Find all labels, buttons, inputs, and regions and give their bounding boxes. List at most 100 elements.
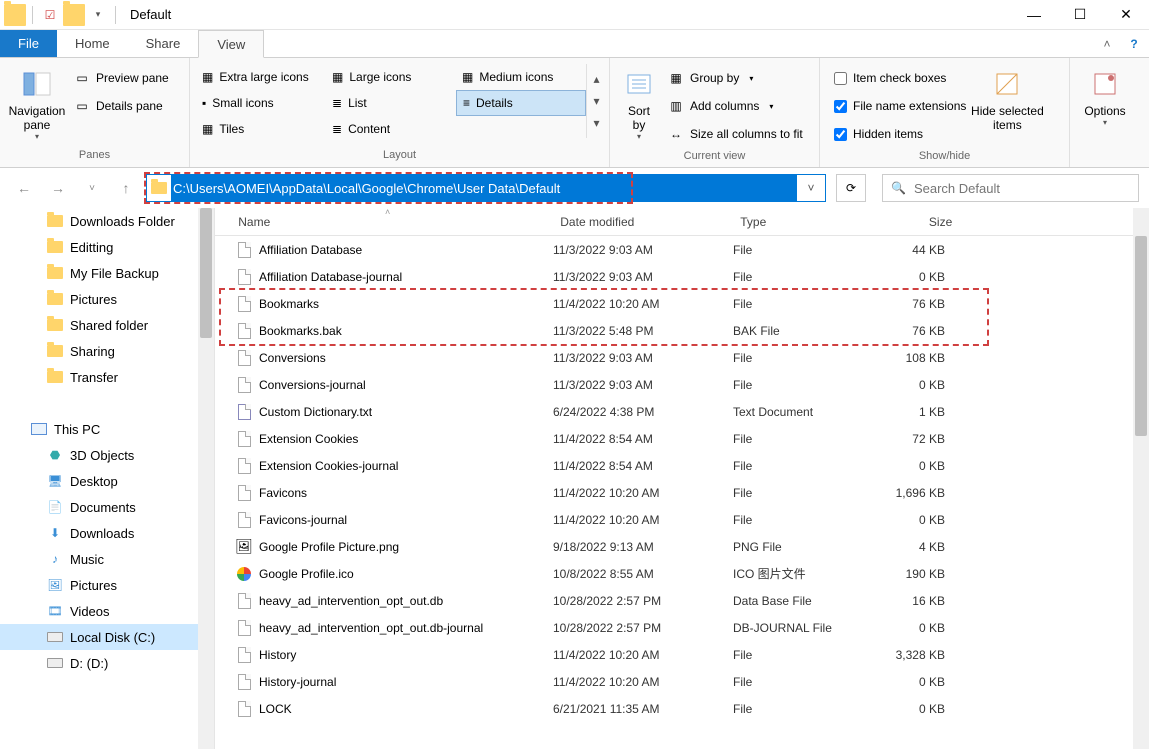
tree-item[interactable]: 🖼Pictures: [0, 572, 214, 598]
table-row[interactable]: Bookmarks.bak11/3/2022 5:48 PMBAK File76…: [215, 317, 1149, 344]
minimize-button[interactable]: —: [1011, 0, 1057, 30]
table-row[interactable]: Conversions11/3/2022 9:03 AMFile108 KB: [215, 344, 1149, 371]
tree-item[interactable]: Shared folder: [0, 312, 214, 338]
layout-list[interactable]: ≣List: [326, 90, 456, 116]
tree-item-label: Pictures: [70, 292, 117, 307]
tab-home[interactable]: Home: [57, 30, 128, 57]
address-input[interactable]: [171, 175, 797, 201]
table-row[interactable]: heavy_ad_intervention_opt_out.db-journal…: [215, 614, 1149, 641]
recent-locations-button[interactable]: ˅: [78, 174, 106, 202]
table-row[interactable]: Favicons-journal11/4/2022 10:20 AMFile0 …: [215, 506, 1149, 533]
sort-by-button[interactable]: Sort by ▾: [616, 62, 662, 141]
forward-button[interactable]: →: [44, 174, 72, 202]
qat-dropdown-icon[interactable]: ▾: [87, 4, 109, 26]
tree-item[interactable]: ⬣3D Objects: [0, 442, 214, 468]
tree-item[interactable]: Editting: [0, 234, 214, 260]
file-date: 11/4/2022 10:20 AM: [553, 486, 733, 500]
file-scrollbar[interactable]: [1133, 208, 1149, 749]
table-row[interactable]: Favicons11/4/2022 10:20 AMFile1,696 KB: [215, 479, 1149, 506]
options-button[interactable]: Options ▾: [1076, 62, 1134, 127]
tree-item[interactable]: D: (D:): [0, 650, 214, 676]
vid-icon: 🎞: [46, 604, 64, 618]
table-row[interactable]: Conversions-journal11/3/2022 9:03 AMFile…: [215, 371, 1149, 398]
layout-medium-icons[interactable]: ▦Medium icons: [456, 64, 586, 90]
tree-item[interactable]: This PC: [0, 416, 214, 442]
layout-more-icon[interactable]: ▾: [587, 112, 606, 134]
tree-item[interactable]: [0, 390, 214, 416]
tree-item[interactable]: 🎞Videos: [0, 598, 214, 624]
hidden-items-checkbox[interactable]: Hidden items: [830, 122, 970, 146]
tree-item-label: Downloads Folder: [70, 214, 175, 229]
options-icon: [1076, 64, 1134, 104]
search-box[interactable]: 🔍: [882, 174, 1139, 202]
tree-item[interactable]: Pictures: [0, 286, 214, 312]
table-row[interactable]: Affiliation Database11/3/2022 9:03 AMFil…: [215, 236, 1149, 263]
size-columns-button[interactable]: ↔Size all columns to fit: [662, 122, 809, 146]
tree-item[interactable]: ♪Music: [0, 546, 214, 572]
close-button[interactable]: ✕: [1103, 0, 1149, 30]
tree-item[interactable]: Downloads Folder: [0, 208, 214, 234]
tab-view[interactable]: View: [198, 30, 264, 58]
qat-checkbox-icon[interactable]: ☑: [39, 4, 61, 26]
table-row[interactable]: LOCK6/21/2021 11:35 AMFile0 KB: [215, 695, 1149, 722]
item-check-boxes-checkbox[interactable]: Item check boxes: [830, 66, 970, 90]
file-icon: [233, 701, 255, 717]
tab-share[interactable]: Share: [128, 30, 199, 57]
tree-item[interactable]: Transfer: [0, 364, 214, 390]
file-icon: [233, 296, 255, 312]
layout-extra-large-icons[interactable]: ▦Extra large icons: [196, 64, 326, 90]
layout-large-icons[interactable]: ▦Large icons: [326, 64, 456, 90]
column-name[interactable]: Name: [230, 215, 560, 229]
details-pane-button[interactable]: ▭Details pane: [68, 94, 175, 118]
hide-selected-items-button[interactable]: Hide selected items: [970, 62, 1044, 132]
sort-indicator-icon: ˄: [385, 207, 390, 217]
layout-content[interactable]: ≣Content: [326, 116, 456, 142]
tree-item[interactable]: Sharing: [0, 338, 214, 364]
help-icon[interactable]: ?: [1119, 30, 1149, 57]
table-row[interactable]: Extension Cookies11/4/2022 8:54 AMFile72…: [215, 425, 1149, 452]
column-type[interactable]: Type: [740, 215, 890, 229]
table-row[interactable]: History11/4/2022 10:20 AMFile3,328 KB: [215, 641, 1149, 668]
layout-scroll-up-icon[interactable]: ▴: [587, 68, 606, 90]
column-size[interactable]: Size: [890, 215, 970, 229]
column-headers[interactable]: ˄ Name Date modified Type Size: [215, 208, 1149, 236]
back-button[interactable]: ←: [10, 174, 38, 202]
navigation-pane-button[interactable]: Navigation pane ▾: [6, 62, 68, 141]
file-name-extensions-checkbox[interactable]: File name extensions: [830, 94, 970, 118]
add-columns-button[interactable]: ▥Add columns▾: [662, 94, 809, 118]
tree-item[interactable]: My File Backup: [0, 260, 214, 286]
up-button[interactable]: ↑: [112, 174, 140, 202]
file-date: 10/8/2022 8:55 AM: [553, 567, 733, 581]
layout-small-icons[interactable]: ▪Small icons: [196, 90, 326, 116]
file-date: 11/3/2022 9:03 AM: [553, 243, 733, 257]
tree-item[interactable]: 📄Documents: [0, 494, 214, 520]
table-row[interactable]: Custom Dictionary.txt6/24/2022 4:38 PMTe…: [215, 398, 1149, 425]
layout-scroll-down-icon[interactable]: ▾: [587, 90, 606, 112]
address-bar[interactable]: ˅: [146, 174, 826, 202]
folder-icon: [46, 293, 64, 305]
tree-scrollbar[interactable]: [198, 208, 214, 749]
table-row[interactable]: heavy_ad_intervention_opt_out.db10/28/20…: [215, 587, 1149, 614]
tree-item[interactable]: 🖥Desktop: [0, 468, 214, 494]
layout-tiles[interactable]: ▦Tiles: [196, 116, 326, 142]
folder-icon: [46, 345, 64, 357]
table-row[interactable]: History-journal11/4/2022 10:20 AMFile0 K…: [215, 668, 1149, 695]
column-date[interactable]: Date modified: [560, 215, 740, 229]
ribbon-collapse-icon[interactable]: ˄: [1095, 30, 1119, 57]
table-row[interactable]: Google Profile.ico10/8/2022 8:55 AMICO 图…: [215, 560, 1149, 587]
layout-details[interactable]: ≡Details: [456, 90, 586, 116]
table-row[interactable]: 🖼Google Profile Picture.png9/18/2022 9:1…: [215, 533, 1149, 560]
table-row[interactable]: Bookmarks11/4/2022 10:20 AMFile76 KB: [215, 290, 1149, 317]
maximize-button[interactable]: ☐: [1057, 0, 1103, 30]
table-row[interactable]: Extension Cookies-journal11/4/2022 8:54 …: [215, 452, 1149, 479]
tree-item[interactable]: Local Disk (C:): [0, 624, 214, 650]
address-dropdown-icon[interactable]: ˅: [797, 181, 825, 195]
tree-item[interactable]: ⬇Downloads: [0, 520, 214, 546]
preview-pane-button[interactable]: ▭Preview pane: [68, 66, 175, 90]
refresh-button[interactable]: ⟳: [836, 174, 866, 202]
tab-file[interactable]: File: [0, 30, 57, 57]
group-by-button[interactable]: ▦Group by▾: [662, 66, 809, 90]
search-input[interactable]: [914, 181, 1130, 196]
navigation-tree[interactable]: Downloads Folder EdittingMy File Backup Pi…: [0, 208, 215, 749]
table-row[interactable]: Affiliation Database-journal11/3/2022 9:…: [215, 263, 1149, 290]
